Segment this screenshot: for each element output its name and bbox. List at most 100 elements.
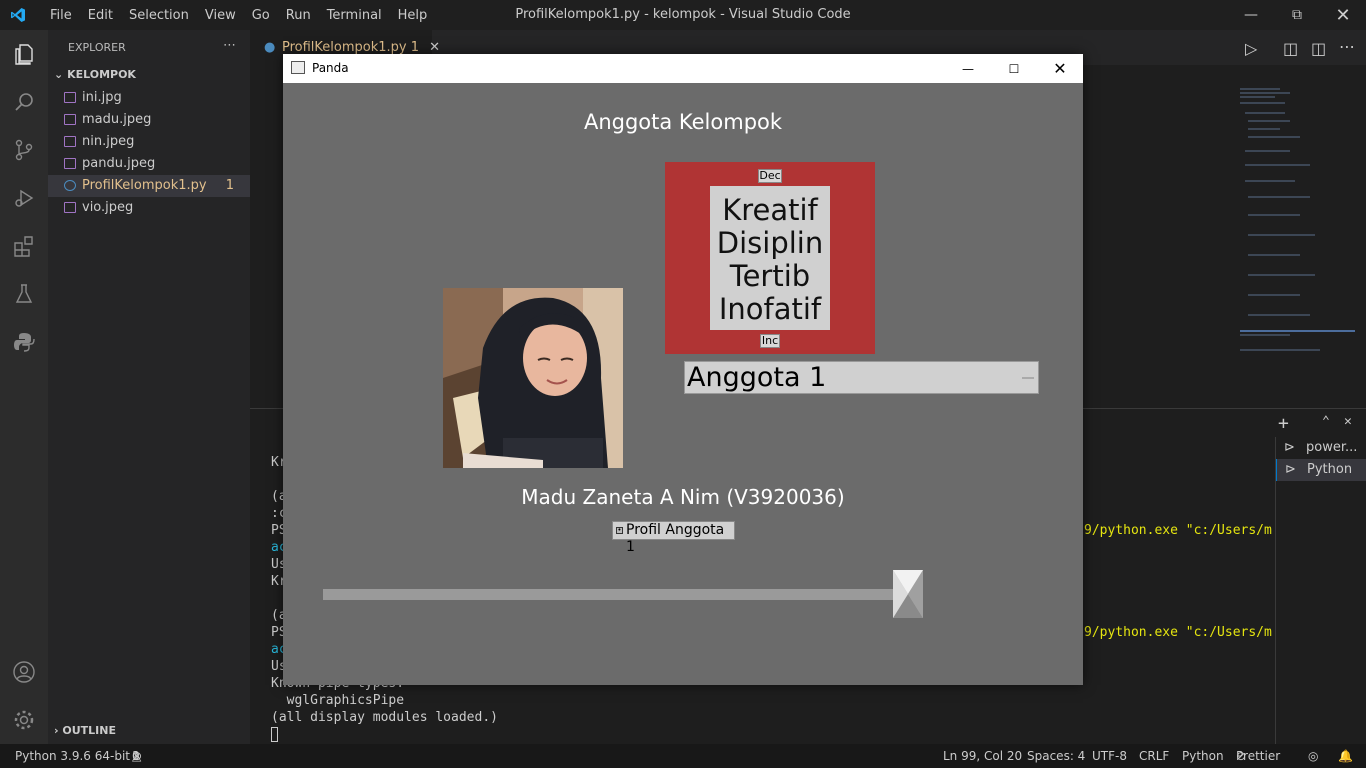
minimize-icon[interactable]: — [945,54,991,83]
values-list: Kreatif Disiplin Tertib Inofatif [710,186,830,330]
slider-thumb[interactable] [893,570,923,618]
list-item: Disiplin [716,226,824,260]
testing-icon[interactable] [12,282,36,306]
chevron-down-icon: ⌄ [54,68,64,81]
member-option-menu[interactable]: Anggota 1 [684,361,1039,394]
indentation[interactable]: Spaces: 4 [1027,744,1085,768]
radio-label: Profil Anggota 1 [626,522,725,555]
terminal-item-powershell[interactable]: ⊳ power... [1276,437,1366,459]
image-file-icon [64,114,76,125]
dropdown-indicator-icon [1022,377,1034,379]
status-bar: Python 3.9.6 64-bit ⊗ 0 △ 1 Ln 99, Col 2… [0,744,1366,768]
terminal-fragment: 9/python.exe "c:/Users/m [1084,625,1272,640]
explorer-sidebar: EXPLORER ⋯ ⌄ KELOMPOK ini.jpg madu.jpeg … [48,30,250,744]
python-icon[interactable] [12,330,36,354]
settings-gear-icon[interactable] [12,708,36,732]
scrolled-list-frame: Dec Kreatif Disiplin Tertib Inofatif Inc [665,162,875,354]
activity-bar [0,30,48,744]
maximize-panel-icon[interactable]: ⌃ [1322,414,1330,429]
chevron-right-icon: › [54,724,59,737]
run-file-icon[interactable]: ▷ [1245,39,1257,58]
restore-icon[interactable]: ⧉ [1274,0,1320,30]
menu-go[interactable]: Go [244,8,278,23]
python-interpreter[interactable]: Python 3.9.6 64-bit [15,744,130,768]
radio-indicator-icon: • [616,526,623,534]
cursor-position[interactable]: Ln 99, Col 20 [943,744,1022,768]
file-label: vio.jpeg [82,200,134,215]
outline-section[interactable]: › OUTLINE [54,724,116,737]
folder-kelompok[interactable]: ⌄ KELOMPOK [54,68,136,81]
terminal-line: (all display modules loaded.) [271,710,498,725]
file-label: ProfilKelompok1.py [82,178,207,193]
close-icon[interactable]: ✕ [1320,0,1366,30]
end-of-line[interactable]: CRLF [1139,744,1169,768]
split-editor-icon[interactable]: ◫ [1311,39,1326,58]
maximize-icon[interactable]: ☐ [991,54,1037,83]
terminal-item-label: Python [1307,462,1353,477]
explorer-title: EXPLORER [68,41,126,54]
accounts-icon[interactable] [12,660,36,684]
terminal-item-python[interactable]: ⊳ Python [1276,459,1366,481]
terminal-list: ⊳ power... ⊳ Python [1275,437,1366,745]
terminal-fragment: 9/python.exe "c:/Users/m [1084,523,1272,538]
file-item[interactable]: ini.jpg [48,87,250,109]
image-file-icon [64,92,76,103]
menu-help[interactable]: Help [390,8,436,23]
feedback-icon[interactable]: ◎ [1308,744,1318,768]
source-control-icon[interactable] [12,138,36,162]
close-icon[interactable]: ✕ [1037,54,1083,83]
menu-selection[interactable]: Selection [121,8,197,23]
heading: Anggota Kelompok [583,110,783,134]
extensions-icon[interactable] [12,234,36,258]
more-actions-icon[interactable]: ⋯ [223,38,236,53]
python-file-icon: ● [264,40,276,55]
open-changes-icon[interactable]: ◫ [1283,39,1298,58]
file-label: pandu.jpeg [82,156,156,171]
explorer-icon[interactable] [12,42,36,66]
search-icon[interactable] [12,90,36,114]
terminal-cursor [271,727,278,742]
terminal-icon: ⊳ [1284,440,1295,455]
slider-track[interactable] [323,589,923,600]
list-item: Kreatif [722,193,818,227]
new-terminal-icon[interactable]: + [1278,413,1289,434]
prettier-label: Prettier [1236,749,1281,763]
menu-edit[interactable]: Edit [80,8,121,23]
terminal-item-label: power... [1306,440,1358,455]
list-item: Tertib [729,259,811,293]
file-item[interactable]: vio.jpeg [48,197,250,219]
tab-label: ProfilKelompok1.py 1 [282,40,420,55]
file-item-active[interactable]: ProfilKelompok1.py 1 [48,175,250,197]
image-file-icon [64,136,76,147]
run-debug-icon[interactable] [12,186,36,210]
terminal-icon: ⊳ [1285,462,1296,477]
language-mode[interactable]: Python [1182,744,1224,768]
file-item[interactable]: madu.jpeg [48,109,250,131]
outline-label: OUTLINE [62,724,116,737]
panda-title: Panda [312,61,349,75]
encoding[interactable]: UTF-8 [1092,744,1127,768]
menu-file[interactable]: File [42,8,80,23]
dec-button[interactable]: Dec [758,169,782,183]
file-item[interactable]: pandu.jpeg [48,153,250,175]
file-label: ini.jpg [82,90,122,105]
profile-radio-button[interactable]: • Profil Anggota 1 [612,521,735,555]
folder-label: KELOMPOK [67,68,136,81]
minimize-icon[interactable]: — [1228,0,1274,30]
minimap[interactable] [1240,85,1355,365]
menu-terminal[interactable]: Terminal [319,8,390,23]
more-actions-icon[interactable]: ⋯ [1339,37,1355,56]
image-file-icon [64,158,76,169]
menu-bar: File Edit Selection View Go Run Terminal… [42,0,435,30]
file-item[interactable]: nin.jpeg [48,131,250,153]
panda-titlebar: Panda — ☐ ✕ [283,54,1083,83]
menu-view[interactable]: View [197,8,244,23]
menu-run[interactable]: Run [278,8,319,23]
close-panel-icon[interactable]: ✕ [1344,414,1352,429]
vscode-logo-icon [11,8,25,22]
inc-button[interactable]: Inc [760,334,780,348]
file-label: madu.jpeg [82,112,152,127]
problem-badge: 1 [225,178,234,193]
image-file-icon [64,202,76,213]
notifications-icon[interactable]: 🔔 [1338,744,1353,768]
